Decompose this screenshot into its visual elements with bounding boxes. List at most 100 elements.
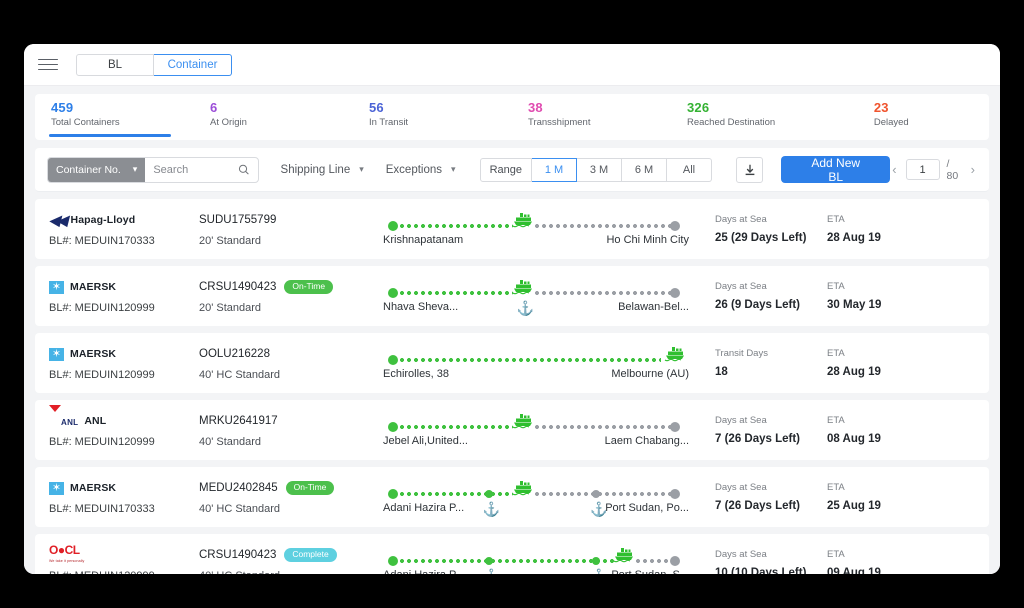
carrier-name: MAERSK xyxy=(70,482,117,494)
container-number-row: CRSU1490423 On-Time xyxy=(199,279,367,296)
chevron-down-icon: ▾ xyxy=(132,164,138,174)
shipping-line-dropdown[interactable]: Shipping Line ▾ xyxy=(281,164,364,176)
stat-label: Reached Destination xyxy=(687,117,776,128)
eta-cell: ETA 28 Aug 19 xyxy=(827,348,919,378)
table-row[interactable]: O●CLWe take it personally BL#: MEDUIN1209… xyxy=(35,534,989,574)
ship-icon xyxy=(512,481,532,496)
bl-number: BL#: MEDUIN120999 xyxy=(49,368,155,381)
range-label: Range xyxy=(479,157,532,182)
maersk-logo: ✶ xyxy=(49,481,64,495)
stat-at-origin[interactable]: 6 At Origin xyxy=(194,100,353,128)
stat-delayed[interactable]: 23 Delayed xyxy=(858,100,989,128)
container-cell: CRSU1490423 On-Time 20' Standard xyxy=(199,279,367,314)
container-cell: CRSU1490423 Complete 40' HC Standard xyxy=(199,547,367,574)
download-button[interactable] xyxy=(735,156,764,183)
eta-value: 09 Aug 19 xyxy=(827,567,881,574)
container-number: CRSU1490423 xyxy=(199,281,277,293)
search-input[interactable] xyxy=(153,163,239,176)
table-row[interactable]: ✶ MAERSK BL#: MEDUIN120999 CRSU1490423 On-Ti… xyxy=(35,266,989,326)
eta-value: 08 Aug 19 xyxy=(827,433,881,445)
route-progress-remaining xyxy=(534,291,675,295)
page-number-input[interactable] xyxy=(905,159,940,180)
anchor-icon: ⚓ xyxy=(516,300,535,316)
container-number: MEDU2402845 xyxy=(199,482,278,494)
carrier-name: MAERSK xyxy=(70,348,117,360)
route-origin-label: Adani Hazira P... xyxy=(383,502,465,514)
carrier-logo-row: ◀◀ Hapag-Lloyd xyxy=(49,212,199,229)
route-progress-done xyxy=(393,425,513,429)
hamburger-icon[interactable] xyxy=(38,55,58,74)
search-type-dropdown[interactable]: Container No. ▾ xyxy=(48,157,146,182)
table-row[interactable]: ANL ANL BL#: MEDUIN120999 MRKU2641917 40' St… xyxy=(35,400,989,460)
container-number-row: OOLU216228 xyxy=(199,346,367,363)
eta-value: 28 Aug 19 xyxy=(827,232,881,244)
metric-label: Days at Sea xyxy=(715,281,767,292)
route-waypoint-node xyxy=(592,490,601,498)
route-cell: ⚓ Nhava Sheva... Belawan-Bel... xyxy=(367,270,697,322)
stat-label: Delayed xyxy=(873,117,909,128)
range-3m[interactable]: 3 M xyxy=(576,157,622,182)
route-origin-label: Echirolles, 38 xyxy=(383,368,450,380)
container-type: 20' Standard xyxy=(199,234,262,247)
metric-cell: Days at Sea 7 (26 Days Left) xyxy=(715,415,827,445)
status-badge: On-Time xyxy=(284,280,334,294)
shipping-line-label: Shipping Line xyxy=(280,163,351,176)
range-1m[interactable]: 1 M xyxy=(531,157,577,182)
anl-logo: ANL xyxy=(49,404,78,429)
route-waypoint-node xyxy=(484,557,493,565)
stat-value: 38 xyxy=(528,100,543,115)
maersk-logo: ✶ xyxy=(49,280,64,294)
route-origin-label: Krishnapatanam xyxy=(383,234,464,246)
table-row[interactable]: ◀◀ Hapag-Lloyd BL#: MEDUIN170333 SUDU175579… xyxy=(35,199,989,259)
carrier-logo-row: ✶ MAERSK xyxy=(49,279,199,296)
bl-number: BL#: MEDUIN120999 xyxy=(49,435,155,448)
route-track: ⚓⚓ xyxy=(388,548,680,574)
route-progress-remaining xyxy=(534,492,675,496)
stat-label: At Origin xyxy=(210,117,247,128)
exceptions-dropdown[interactable]: Exceptions ▾ xyxy=(386,164,456,176)
ship-icon xyxy=(613,548,634,563)
metric-value: 10 (10 Days Left) xyxy=(715,567,807,574)
carrier-cell: O●CLWe take it personally BL#: MEDUIN1209… xyxy=(49,542,199,575)
metric-value: 7 (26 Days Left) xyxy=(715,500,801,512)
metric-label: Transit Days xyxy=(715,348,768,359)
tab-bl[interactable]: BL xyxy=(76,53,154,76)
bl-number: BL#: MEDUIN120999 xyxy=(49,570,199,575)
eta-label: ETA xyxy=(827,281,845,292)
stat-reached-destination[interactable]: 326 Reached Destination xyxy=(671,100,858,128)
route-destination-node xyxy=(670,221,680,231)
chevron-right-icon[interactable]: › xyxy=(969,162,977,177)
search-box xyxy=(145,158,257,182)
search-icon[interactable] xyxy=(238,163,249,176)
container-type: 20' Standard xyxy=(199,301,262,314)
route-destination-node xyxy=(670,422,680,432)
add-new-bl-button[interactable]: Add New BL xyxy=(781,156,891,184)
stat-total-containers[interactable]: 459 Total Containers xyxy=(35,100,194,137)
stat-in-transit[interactable]: 56 In Transit xyxy=(353,100,512,128)
route-origin-node xyxy=(388,556,398,566)
container-number: CRSU1490423 xyxy=(199,549,277,561)
route-track: ⚓⚓ xyxy=(388,481,680,516)
range-6m[interactable]: 6 M xyxy=(621,157,667,182)
view-mode-tabs: BL Container xyxy=(76,53,232,76)
oocl-logo: O●CL We take it personally xyxy=(49,542,85,563)
range-all[interactable]: All xyxy=(666,157,712,182)
table-row[interactable]: ✶ MAERSK BL#: MEDUIN170333 MEDU2402845 On-Ti… xyxy=(35,467,989,527)
exceptions-label: Exceptions xyxy=(385,163,443,176)
tab-container[interactable]: Container xyxy=(154,53,232,76)
eta-value: 30 May 19 xyxy=(827,299,882,311)
metric-label: Days at Sea xyxy=(715,549,767,560)
stat-transshipment[interactable]: 38 Transshipment xyxy=(512,100,671,128)
eta-value: 28 Aug 19 xyxy=(827,366,881,378)
route-waypoint-node xyxy=(592,557,601,565)
table-row[interactable]: ✶ MAERSK BL#: MEDUIN120999 OOLU216228 40' HC… xyxy=(35,333,989,393)
eta-label: ETA xyxy=(827,214,845,225)
container-cell: MEDU2402845 On-Time 40' HC Standard xyxy=(199,480,367,515)
container-number: OOLU216228 xyxy=(199,348,270,360)
route-waypoint-node xyxy=(484,490,493,498)
chevron-left-icon[interactable]: ‹ xyxy=(890,162,898,177)
stat-value: 326 xyxy=(687,100,710,115)
route-progress-remaining xyxy=(534,224,675,228)
ship-icon xyxy=(512,213,532,228)
metric-value: 25 (29 Days Left) xyxy=(715,232,807,244)
